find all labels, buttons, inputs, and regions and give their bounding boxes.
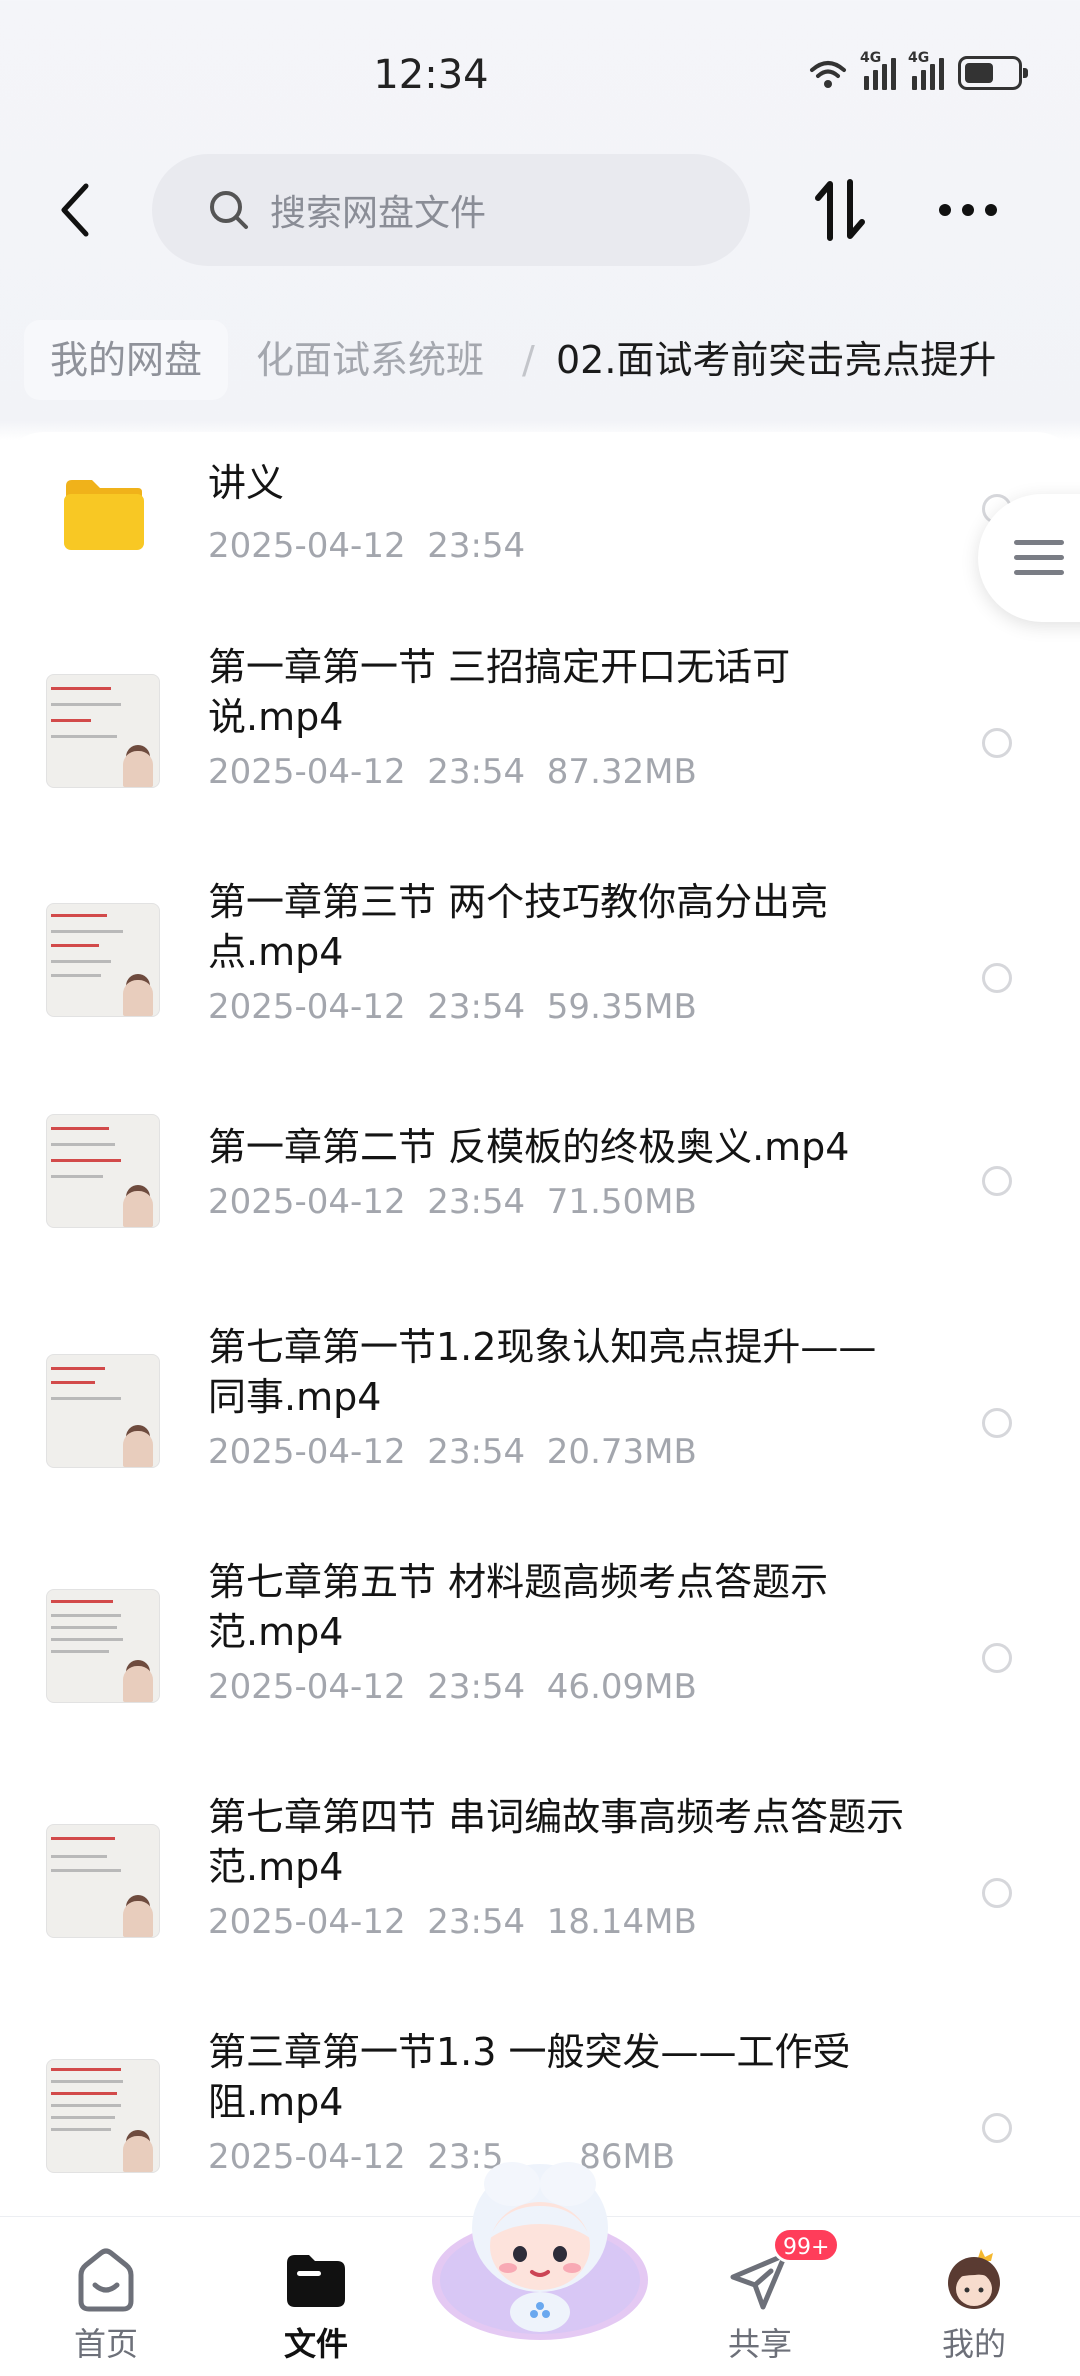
search-icon (210, 191, 248, 229)
cellular-signal-icon: 4G (860, 50, 896, 90)
top-bar: 搜索网盘文件 (0, 150, 1080, 270)
file-name: 第一章第三节 两个技巧教你高分出亮点.mp4 (208, 880, 829, 974)
video-thumbnail (46, 1114, 160, 1228)
video-thumbnail (46, 674, 160, 788)
file-name: 第一章第一节 三招搞定开口无话可说.mp4 (208, 645, 791, 739)
share-badge: 99+ (772, 2227, 841, 2263)
file-name: 第七章第四节 串词编故事高频考点答题示范.mp4 (208, 1795, 905, 1889)
mascot-assistant-button[interactable] (432, 2154, 648, 2340)
nav-files[interactable]: 文件 (256, 2237, 376, 2367)
breadcrumb-separator: / (522, 338, 535, 382)
file-name: 第三章第一节1.3 一般突发——工作受阻.mp4 (208, 2030, 851, 2124)
wifi-icon (810, 61, 846, 88)
breadcrumb-item-root[interactable]: 我的网盘 (24, 320, 229, 400)
file-meta: 2025-04-12 23:54 46.09MB (208, 1667, 697, 1707)
search-input[interactable]: 搜索网盘文件 (152, 154, 750, 266)
more-options-button[interactable] (928, 170, 1008, 250)
folder-icon (64, 480, 144, 550)
folder-name: 讲义 (208, 461, 285, 505)
file-name: 第七章第一节1.2现象认知亮点提升——同事.mp4 (208, 1325, 877, 1419)
file-meta: 2025-04-12 23:54 71.50MB (208, 1182, 697, 1222)
select-radio[interactable] (982, 1166, 1012, 1196)
video-thumbnail (46, 1354, 160, 1468)
folder-meta: 2025-04-12 23:54 (208, 526, 526, 566)
file-row[interactable]: 第一章第二节 反模板的终极奥义.mp4 2025-04-12 23:54 71.… (0, 1092, 1080, 1302)
select-radio[interactable] (982, 2113, 1012, 2143)
mascot-icon (432, 2162, 648, 2340)
file-row[interactable]: 第七章第四节 串词编故事高频考点答题示范.mp4 2025-04-12 23:5… (0, 1772, 1080, 2007)
sort-button[interactable] (800, 170, 880, 250)
nav-home[interactable]: 首页 (46, 2237, 166, 2367)
file-row[interactable]: 第七章第一节1.2现象认知亮点提升——同事.mp4 2025-04-12 23:… (0, 1302, 1080, 1537)
back-button[interactable] (36, 170, 116, 250)
file-meta: 2025-04-12 23:54 20.73MB (208, 1432, 697, 1472)
avatar (948, 2249, 1000, 2309)
status-time: 12:34 (373, 52, 489, 98)
breadcrumb-item-parent[interactable]: 化面试系统班 (256, 320, 484, 400)
sort-icon (815, 179, 865, 241)
cellular-signal-icon: 4G (908, 50, 944, 90)
video-thumbnail (46, 1589, 160, 1703)
select-radio[interactable] (982, 1643, 1012, 1673)
file-meta: 2025-04-12 23:54 87.32MB (208, 752, 697, 792)
video-thumbnail (46, 1824, 160, 1938)
file-row[interactable]: 第七章第五节 材料题高频考点答题示范.mp4 2025-04-12 23:54 … (0, 1537, 1080, 1772)
battery-icon (958, 56, 1028, 90)
breadcrumb-item-current: 02.面试考前突击亮点提升 (556, 338, 997, 382)
status-icons: 4G 4G (808, 50, 1028, 90)
search-placeholder: 搜索网盘文件 (270, 193, 487, 234)
status-bar: 12:34 4G 4G (0, 0, 1080, 150)
menu-lines-icon (1014, 540, 1064, 575)
folder-tab-icon (287, 2255, 345, 2307)
file-row[interactable]: 第一章第一节 三招搞定开口无话可说.mp4 2025-04-12 23:54 8… (0, 622, 1080, 857)
folder-row[interactable]: 讲义 2025-04-12 23:54 (0, 432, 1080, 622)
file-name: 第七章第五节 材料题高频考点答题示范.mp4 (208, 1560, 829, 1654)
video-thumbnail (46, 903, 160, 1017)
file-list: 讲义 2025-04-12 23:54 第一章第一节 三招搞定开口无话可说.mp… (0, 432, 1080, 2216)
select-radio[interactable] (982, 1408, 1012, 1438)
nav-mine[interactable]: 我的 (914, 2237, 1034, 2367)
file-meta: 2025-04-12 23:54 59.35MB (208, 987, 697, 1027)
video-thumbnail (46, 2059, 160, 2173)
more-dots-icon (939, 204, 997, 216)
breadcrumb: 化面试系统班 / 02.面试考前突击亮点提升 我的网盘 (0, 312, 1080, 408)
back-arrow-icon (61, 183, 89, 237)
file-meta: 2025-04-12 23:54 18.14MB (208, 1902, 697, 1942)
select-radio[interactable] (982, 728, 1012, 758)
file-name: 第一章第二节 反模板的终极奥义.mp4 (208, 1125, 850, 1169)
select-radio[interactable] (982, 1878, 1012, 1908)
file-row[interactable]: 第一章第三节 两个技巧教你高分出亮点.mp4 2025-04-12 23:54 … (0, 857, 1080, 1092)
home-icon (78, 2248, 134, 2312)
select-radio[interactable] (982, 963, 1012, 993)
nav-share[interactable]: 99+ 共享 (700, 2227, 841, 2367)
